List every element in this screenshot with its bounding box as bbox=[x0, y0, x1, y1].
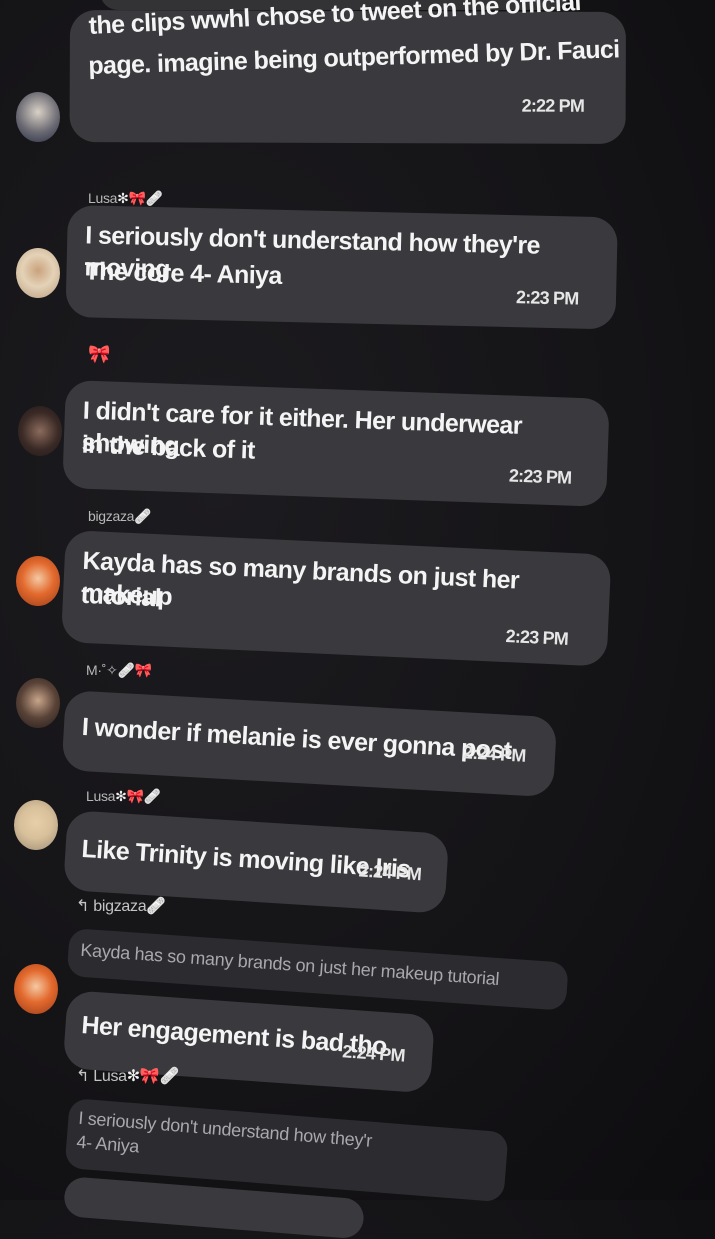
reply-quote-text: Kayda has so many brands on just her mak… bbox=[79, 939, 500, 990]
avatar[interactable] bbox=[16, 678, 60, 728]
reply-arrow-icon: ↰ bbox=[76, 1068, 90, 1085]
avatar[interactable] bbox=[16, 248, 60, 298]
message-time: 2:24 PM bbox=[462, 742, 527, 766]
sender-name: M·˚✧🩹🎀 bbox=[86, 662, 152, 678]
message-text-line: tutorial bbox=[80, 580, 162, 613]
reply-quote-text: 4- Aniya bbox=[75, 1131, 140, 1157]
sender-name: bigzaza🩹 bbox=[88, 508, 152, 524]
message-time: 2:23 PM bbox=[515, 287, 579, 309]
message-bubble[interactable]: I didn't care for it either. Her underwe… bbox=[62, 380, 610, 507]
bandage-icon: 🩹 bbox=[145, 190, 163, 206]
message-time: 2:24 PM bbox=[341, 1041, 406, 1066]
avatar[interactable] bbox=[18, 406, 62, 456]
avatar[interactable] bbox=[14, 964, 58, 1014]
reply-header[interactable]: ↰ bigzaza🩹 bbox=[76, 896, 166, 916]
message-time: 2:23 PM bbox=[505, 626, 569, 649]
bandage-icon: 🩹 bbox=[146, 898, 166, 915]
message-text-line: page. imagine being outperformed by Dr. … bbox=[87, 35, 620, 81]
sender-name: Lusa✻🎀🩹 bbox=[88, 190, 163, 206]
reply-arrow-icon: ↰ bbox=[76, 898, 90, 915]
bandage-icon: 🩹 bbox=[117, 662, 135, 678]
message-time: 2:24 PM bbox=[358, 860, 422, 885]
pink-bow-icon: 🎀 bbox=[88, 344, 111, 364]
message-text-line: The core 4- Aniya bbox=[84, 257, 283, 290]
sender-name: Lusa✻🎀🩹 bbox=[86, 788, 161, 804]
bandage-icon: 🩹 bbox=[134, 508, 152, 524]
message-time: 2:23 PM bbox=[508, 465, 572, 488]
bandage-icon: 🩹 bbox=[143, 788, 161, 804]
message-time: 2:22 PM bbox=[521, 95, 585, 116]
avatar[interactable] bbox=[16, 92, 60, 142]
reply-header[interactable]: ↰ Lusa✻🎀🩹 bbox=[76, 1066, 179, 1086]
message-text-line: the clips wwhl chose to tweet on the off… bbox=[88, 0, 582, 41]
message-bubble[interactable]: I wonder if melanie is ever gonna post 2… bbox=[61, 690, 558, 798]
pink-bow-icon: 🎀 bbox=[134, 662, 152, 678]
message-bubble[interactable]: Kayda has so many brands on just her mak… bbox=[60, 530, 612, 667]
message-bubble[interactable]: I seriously don't understand how they're… bbox=[65, 205, 618, 330]
avatar[interactable] bbox=[14, 800, 58, 850]
message-text-line: I wonder if melanie is ever gonna post bbox=[81, 712, 513, 765]
pink-bow-icon: 🎀 bbox=[139, 1068, 160, 1085]
message-text-line: in the back of it bbox=[81, 430, 256, 465]
message-bubble[interactable]: the clips wwhl chose to tweet on the off… bbox=[69, 0, 626, 144]
pink-bow-icon: 🎀 bbox=[126, 788, 144, 804]
pink-bow-icon: 🎀 bbox=[128, 190, 146, 206]
bandage-icon: 🩹 bbox=[159, 1068, 180, 1085]
avatar[interactable] bbox=[16, 556, 60, 606]
